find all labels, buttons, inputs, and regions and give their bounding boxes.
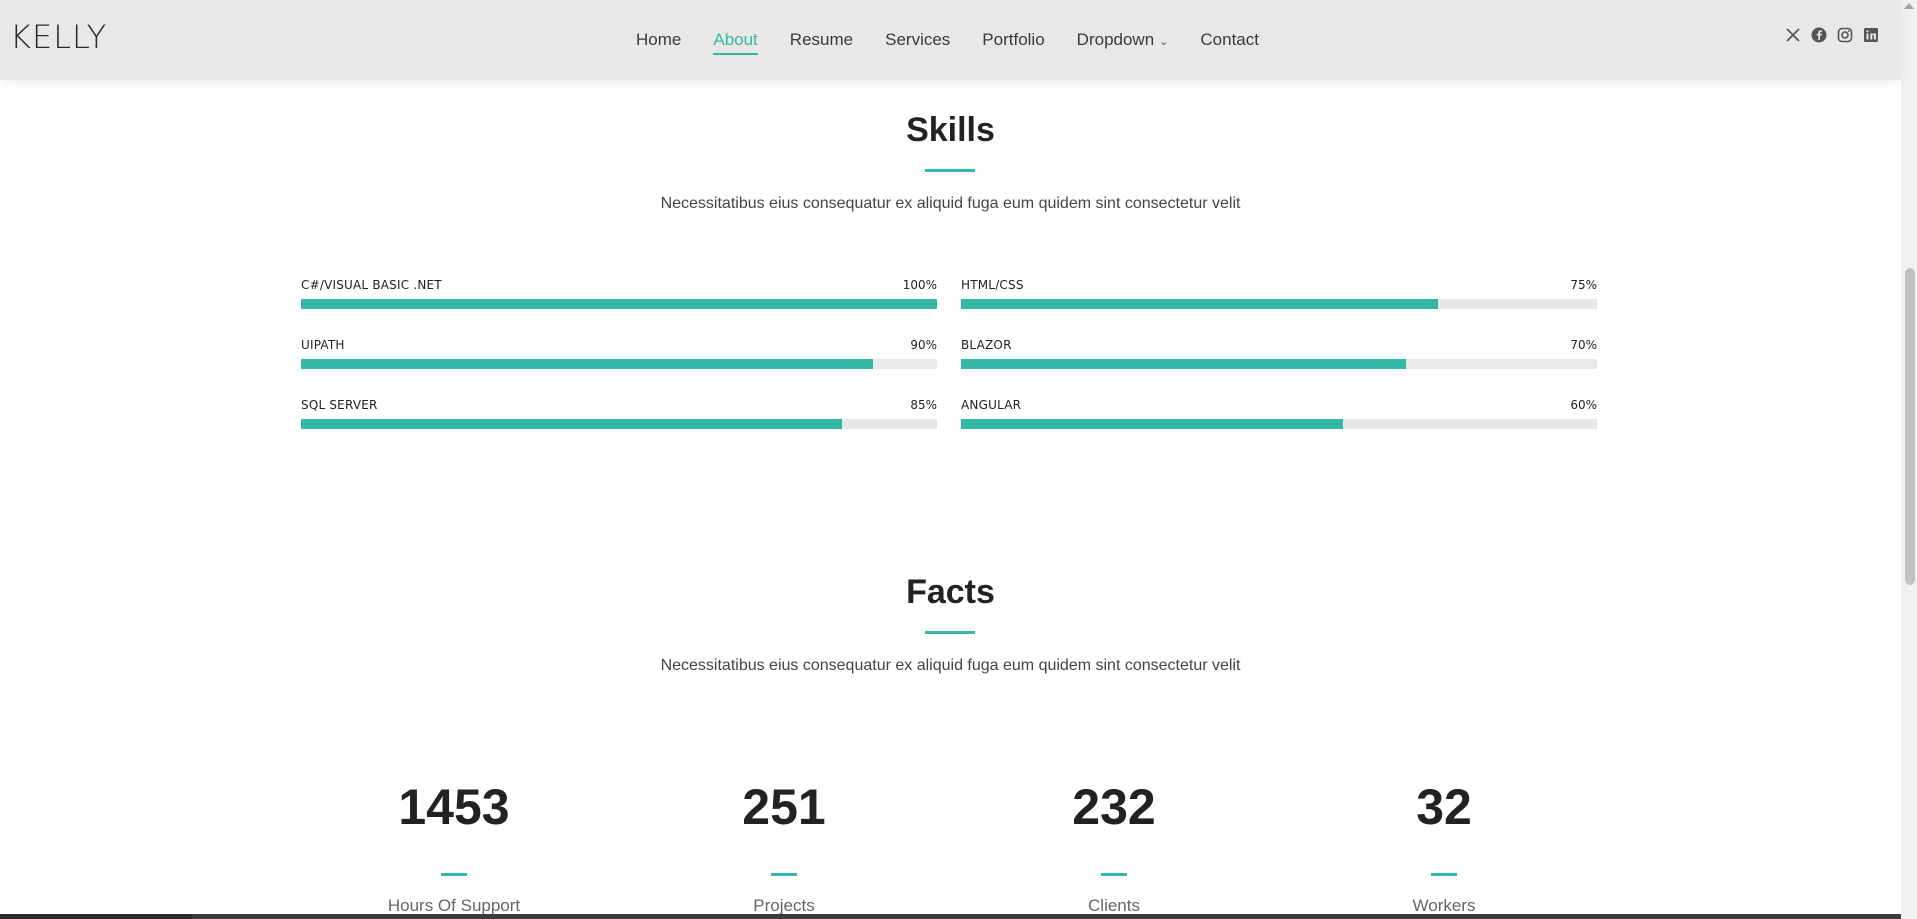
skills-title-divider (925, 169, 975, 172)
scroll-up-arrow-icon[interactable] (1904, 3, 1914, 9)
skill-item: UIPATH 90% (301, 338, 937, 372)
fact-divider (1101, 873, 1127, 876)
skill-percent: 75% (1570, 278, 1597, 292)
nav-label: Resume (789, 30, 854, 49)
fact-label: Hours Of Support (387, 896, 521, 915)
facts-title: Facts (906, 573, 995, 611)
skill-percent: 60% (1570, 398, 1597, 412)
fact-label: Workers (1412, 896, 1476, 915)
fact-number: 251 (742, 779, 826, 835)
site-logo[interactable]: KELLY (10, 18, 107, 56)
nav-label: Services (885, 30, 951, 49)
nav-item-portfolio[interactable]: Portfolio (966, 0, 1060, 80)
x-twitter-icon[interactable] (1785, 27, 1801, 43)
skill-name: C#/VISUAL BASIC .NET (301, 278, 442, 292)
skill-progress-fill (301, 419, 842, 429)
fact-divider (1431, 873, 1457, 876)
skill-item: BLAZOR 70% (961, 338, 1597, 372)
fact-item: 1453 Hours Of Support (304, 782, 604, 916)
skill-percent: 85% (910, 398, 937, 412)
nav-label: Portfolio (982, 30, 1045, 49)
linkedin-icon[interactable] (1863, 27, 1879, 43)
skill-progress-fill (301, 359, 874, 369)
skill-progress-bar (301, 299, 937, 309)
fact-divider (441, 873, 467, 876)
facts-title-divider (925, 631, 975, 634)
skill-progress-bar (961, 299, 1597, 309)
skill-percent: 70% (1570, 338, 1597, 352)
site-header: KELLY Home About Resume Services Portfol… (0, 0, 1901, 80)
fact-item: 251 Projects (634, 782, 934, 916)
skill-progress-bar (961, 419, 1597, 429)
nav-item-services[interactable]: Services (869, 0, 966, 80)
skills-subtitle: Necessitatibus eius consequatur ex aliqu… (660, 195, 1241, 212)
skill-name: HTML/CSS (961, 278, 1024, 292)
social-links (1785, 27, 1879, 43)
instagram-icon[interactable] (1837, 27, 1853, 43)
skill-name: ANGULAR (961, 398, 1022, 412)
skill-progress-fill (301, 299, 937, 309)
skill-progress-bar (961, 359, 1597, 369)
scrollbar-thumb[interactable] (1905, 268, 1915, 585)
fact-number: 32 (1416, 779, 1472, 835)
fact-label: Clients (1088, 896, 1140, 915)
taskbar-edge-right (192, 914, 1901, 919)
chevron-down-icon: ⌄ (1159, 35, 1169, 48)
skill-item: ANGULAR 60% (961, 398, 1597, 432)
fact-label: Projects (753, 896, 815, 915)
skill-percent: 100% (902, 278, 937, 292)
nav-label: About (713, 30, 758, 49)
fact-item: 232 Clients (964, 782, 1264, 916)
nav-item-contact[interactable]: Contact (1184, 0, 1275, 80)
skill-progress-bar (301, 359, 937, 369)
nav-label: Contact (1200, 30, 1259, 49)
skill-name: BLAZOR (961, 338, 1012, 352)
skills-title: Skills (906, 111, 995, 149)
skill-item: HTML/CSS 75% (961, 278, 1597, 312)
skill-progress-bar (301, 419, 937, 429)
nav-label: Dropdown (1076, 30, 1155, 49)
facts-subtitle: Necessitatibus eius consequatur ex aliqu… (660, 657, 1241, 674)
skill-item: SQL SERVER 85% (301, 398, 937, 432)
skill-percent: 90% (910, 338, 937, 352)
facebook-icon[interactable] (1811, 27, 1827, 43)
fact-divider (771, 873, 797, 876)
skill-progress-fill (961, 359, 1407, 369)
nav-label: Home (636, 30, 682, 49)
nav-item-home[interactable]: Home (620, 0, 697, 80)
page-scrollbar[interactable] (1901, 0, 1917, 919)
skill-name: SQL SERVER (301, 398, 378, 412)
nav-item-about[interactable]: About (697, 0, 773, 80)
fact-number: 1453 (398, 779, 510, 835)
fact-number: 232 (1072, 779, 1156, 835)
nav-item-resume[interactable]: Resume (774, 0, 869, 80)
skill-progress-fill (961, 419, 1343, 429)
nav-item-dropdown[interactable]: Dropdown ⌄ (1061, 0, 1185, 80)
main-nav: Home About Resume Services Portfolio Dro… (620, 0, 1275, 80)
skill-progress-fill (961, 299, 1438, 309)
fact-item: 32 Workers (1294, 782, 1594, 916)
skill-name: UIPATH (301, 338, 345, 352)
skill-item: C#/VISUAL BASIC .NET 100% (301, 278, 937, 312)
